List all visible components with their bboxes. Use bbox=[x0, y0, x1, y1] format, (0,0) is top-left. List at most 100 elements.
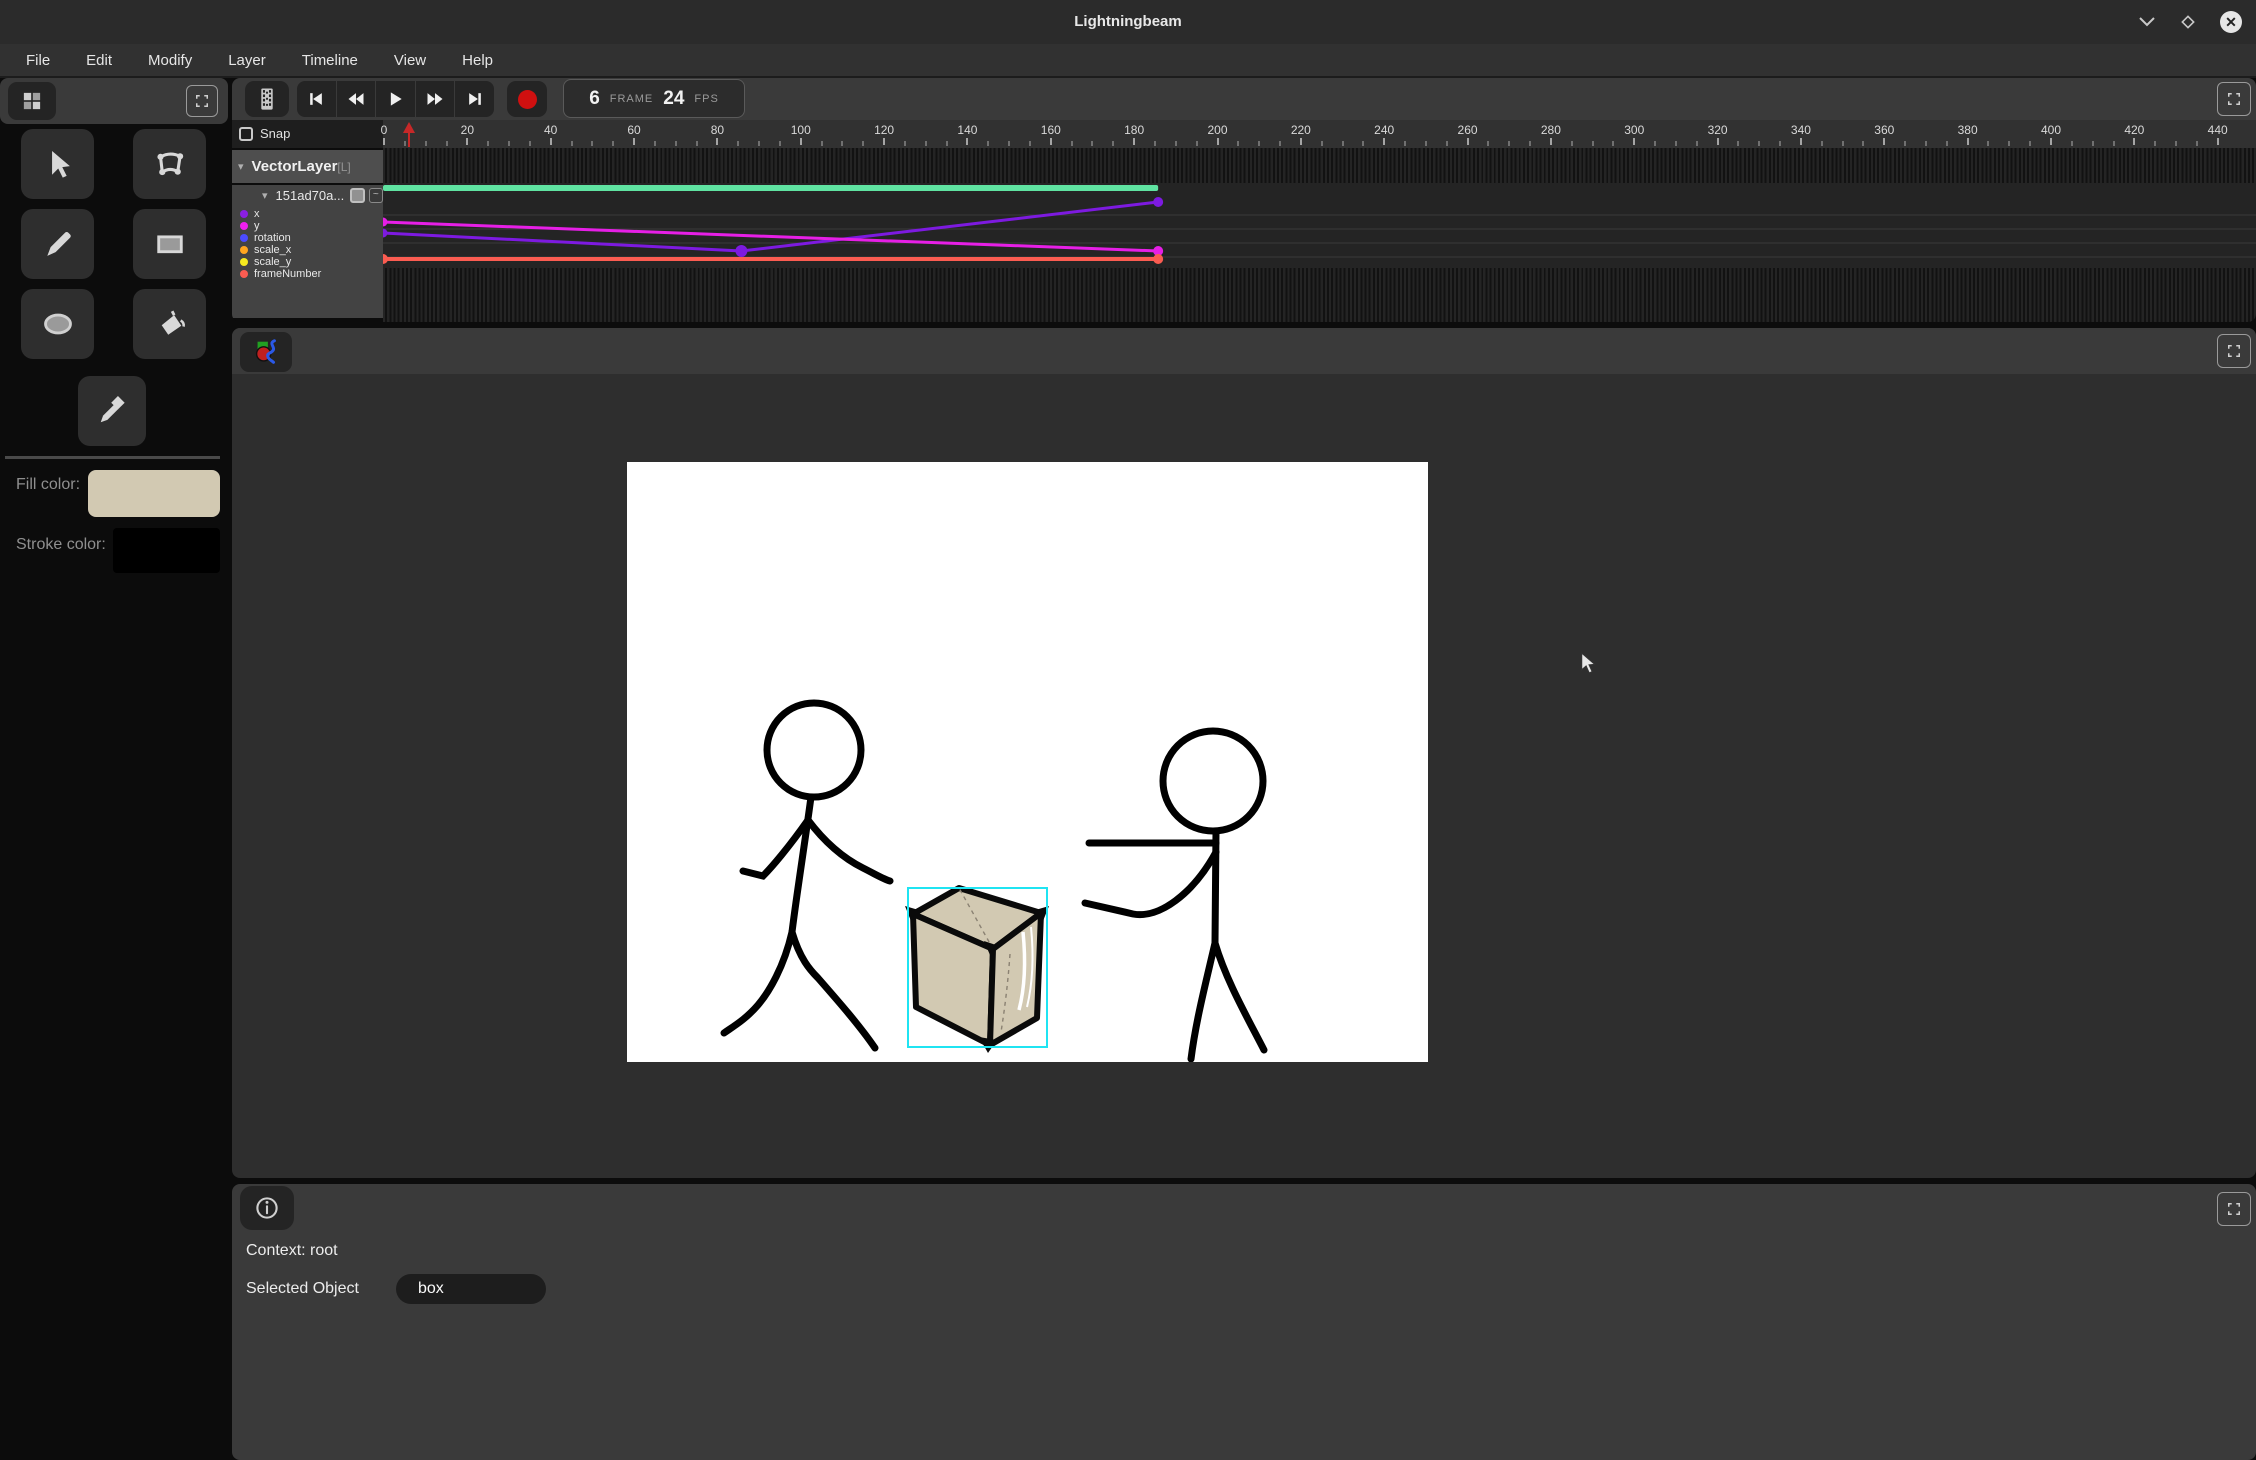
rewind-button[interactable] bbox=[337, 81, 376, 117]
canvas-expand-button[interactable] bbox=[2217, 334, 2251, 368]
sublayer-visibility-button[interactable] bbox=[350, 188, 364, 203]
property-row-frameNumber[interactable]: frameNumber bbox=[232, 268, 383, 280]
ruler-tick bbox=[1279, 141, 1281, 146]
fast-forward-button[interactable] bbox=[416, 81, 455, 117]
keyframe-frameNumber[interactable] bbox=[383, 254, 388, 264]
playhead-stem[interactable] bbox=[408, 132, 410, 147]
property-color-dot bbox=[240, 258, 248, 266]
menu-item-edit[interactable]: Edit bbox=[72, 48, 126, 73]
timeline-ruler[interactable]: 0204060801001201401601802002202402602803… bbox=[383, 120, 2256, 148]
property-name: scale_y bbox=[254, 257, 291, 268]
ruler-tick bbox=[1717, 138, 1719, 145]
shapes-logo-icon bbox=[251, 337, 281, 367]
menu-item-timeline[interactable]: Timeline bbox=[288, 48, 372, 73]
tool-grid-toggle-button[interactable] bbox=[8, 82, 56, 120]
ruler-tick bbox=[1446, 141, 1448, 146]
menu-item-view[interactable]: View bbox=[380, 48, 440, 73]
info-button[interactable] bbox=[240, 1186, 294, 1230]
fill-color-swatch[interactable] bbox=[88, 470, 220, 517]
canvas-header bbox=[232, 328, 2256, 374]
record-button[interactable] bbox=[507, 81, 547, 117]
keyframe-x[interactable] bbox=[383, 229, 388, 238]
sublayer-collapse-triangle-icon[interactable]: ▾ bbox=[262, 189, 268, 202]
ruler-tick bbox=[1133, 138, 1135, 145]
play-button[interactable] bbox=[376, 81, 415, 117]
ellipse-tool[interactable] bbox=[21, 289, 94, 359]
stroke-color-swatch[interactable] bbox=[113, 528, 220, 573]
keyframe-x[interactable] bbox=[735, 245, 747, 257]
skip-end-button[interactable] bbox=[455, 81, 494, 117]
paint-bucket-tool[interactable] bbox=[133, 289, 206, 359]
close-icon[interactable]: ✕ bbox=[2220, 11, 2242, 33]
layer-row-vectorlayer[interactable]: ▾ VectorLayer [L] bbox=[232, 150, 383, 183]
ruler-tick bbox=[529, 141, 531, 146]
ruler-tick bbox=[2008, 141, 2010, 146]
title-bar: Lightningbeam ✕ bbox=[0, 0, 2256, 44]
skip-start-button[interactable] bbox=[297, 81, 336, 117]
stick-figure-right[interactable] bbox=[1085, 731, 1264, 1059]
property-row-y[interactable]: y bbox=[232, 220, 383, 232]
property-color-dot bbox=[240, 246, 248, 254]
paint-bucket-icon bbox=[151, 305, 189, 343]
canvas-panel bbox=[232, 328, 2256, 1178]
timeline-expand-button[interactable] bbox=[2217, 82, 2251, 116]
property-row-x[interactable]: x bbox=[232, 208, 383, 220]
ruler-tick bbox=[1800, 138, 1802, 145]
info-icon bbox=[253, 1194, 281, 1222]
ruler-tick bbox=[550, 138, 552, 145]
ruler-tick bbox=[800, 138, 802, 145]
stick-figure-left[interactable] bbox=[724, 703, 890, 1048]
eyedropper-tool[interactable] bbox=[78, 376, 146, 446]
inspector-expand-button[interactable] bbox=[2217, 1192, 2251, 1226]
snap-label: Snap bbox=[260, 126, 290, 141]
property-row-scale_x[interactable]: scale_x bbox=[232, 244, 383, 256]
film-button[interactable] bbox=[245, 81, 289, 117]
menu-bar: File Edit Modify Layer Timeline View Help bbox=[0, 44, 2256, 78]
sublayer-wave-button[interactable]: ~ bbox=[369, 188, 383, 203]
ruler-tick bbox=[1487, 141, 1489, 146]
ruler-label: 120 bbox=[864, 123, 904, 137]
ruler-tick bbox=[925, 141, 927, 146]
ruler-tick bbox=[1925, 141, 1927, 146]
ruler-tick bbox=[1008, 141, 1010, 146]
ruler-tick bbox=[1821, 141, 1823, 146]
ruler-tick bbox=[1050, 138, 1052, 145]
keyframe-y[interactable] bbox=[383, 218, 388, 227]
stage[interactable] bbox=[627, 462, 1428, 1062]
minimize-chevron-icon[interactable] bbox=[2138, 16, 2156, 28]
menu-item-modify[interactable]: Modify bbox=[134, 48, 206, 73]
select-tool[interactable] bbox=[21, 129, 94, 199]
menu-item-help[interactable]: Help bbox=[448, 48, 507, 73]
layer-span-bar[interactable] bbox=[383, 185, 1158, 191]
canvas-logo-button[interactable] bbox=[240, 332, 292, 372]
menu-item-layer[interactable]: Layer bbox=[214, 48, 280, 73]
keyframe-frameNumber[interactable] bbox=[1153, 254, 1163, 264]
ruler-tick bbox=[1862, 141, 1864, 146]
keyframe-x[interactable] bbox=[1153, 197, 1163, 207]
maximize-diamond-icon[interactable] bbox=[2180, 14, 2196, 30]
property-name: rotation bbox=[254, 233, 291, 244]
transform-tool[interactable] bbox=[133, 129, 206, 199]
ruler-tick bbox=[1217, 138, 1219, 145]
layer-row-sublayer[interactable]: ▾ 151ad70a... ~ bbox=[232, 185, 383, 206]
selected-object-value[interactable]: box bbox=[396, 1274, 546, 1304]
expand-icon bbox=[2225, 1200, 2243, 1218]
ruler-tick bbox=[966, 138, 968, 145]
snap-checkbox[interactable] bbox=[239, 127, 253, 141]
property-row-scale_y[interactable]: scale_y bbox=[232, 256, 383, 268]
ruler-tick bbox=[675, 141, 677, 146]
box-object[interactable] bbox=[905, 888, 1049, 1053]
ruler-tick bbox=[2113, 141, 2115, 146]
tools-expand-button[interactable] bbox=[186, 85, 218, 117]
ruler-label: 20 bbox=[447, 123, 487, 137]
snap-cell: Snap bbox=[232, 120, 383, 148]
property-row-rotation[interactable]: rotation bbox=[232, 232, 383, 244]
rectangle-tool[interactable] bbox=[133, 209, 206, 279]
ruler-tick bbox=[1091, 141, 1093, 146]
layer-collapse-triangle-icon[interactable]: ▾ bbox=[238, 160, 244, 173]
ruler-tick bbox=[1258, 141, 1260, 146]
ruler-tick bbox=[1654, 141, 1656, 146]
pencil-tool[interactable] bbox=[21, 209, 94, 279]
menu-item-file[interactable]: File bbox=[12, 48, 64, 73]
stage-drawing bbox=[627, 462, 1428, 1062]
